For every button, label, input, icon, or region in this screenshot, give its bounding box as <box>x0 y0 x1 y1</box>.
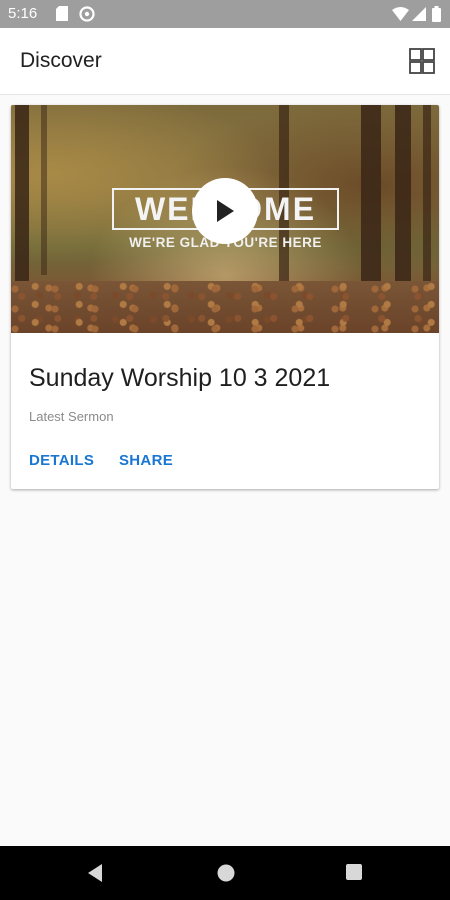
grid-view-icon <box>409 48 435 74</box>
sd-card-icon <box>56 6 68 26</box>
tree-trunk <box>15 105 29 305</box>
leaf-ground <box>11 281 439 333</box>
play-icon <box>217 200 234 222</box>
status-time: 5:16 <box>8 5 38 22</box>
tree-trunk <box>361 105 381 300</box>
tree-trunk <box>423 105 431 290</box>
recents-button[interactable] <box>345 863 363 886</box>
sermon-thumbnail[interactable]: WELCOME WE'RE GLAD YOU'RE HERE <box>11 105 439 333</box>
sermon-title: Sunday Worship 10 3 2021 <box>29 364 331 392</box>
share-button[interactable]: SHARE <box>119 452 173 469</box>
back-icon <box>88 864 102 882</box>
wifi-icon <box>392 7 409 26</box>
app-bar: Discover <box>0 28 450 95</box>
back-button[interactable] <box>86 863 104 888</box>
status-bar: 5:16 <box>0 0 450 28</box>
details-button[interactable]: DETAILS <box>29 452 94 469</box>
page-title: Discover <box>20 49 102 72</box>
grid-view-button[interactable] <box>406 45 438 77</box>
sermon-subtitle: Latest Sermon <box>29 409 114 424</box>
recents-icon <box>346 864 362 880</box>
tree-trunk <box>41 105 47 275</box>
home-icon <box>217 864 235 882</box>
home-button[interactable] <box>216 863 236 888</box>
system-nav-bar <box>0 846 450 900</box>
sync-icon <box>79 6 95 27</box>
signal-icon <box>412 7 426 26</box>
sermon-card[interactable]: WELCOME WE'RE GLAD YOU'RE HERE Sunday Wo… <box>11 105 439 489</box>
play-button[interactable] <box>192 178 258 244</box>
battery-icon <box>432 6 441 27</box>
tree-trunk <box>395 105 411 295</box>
